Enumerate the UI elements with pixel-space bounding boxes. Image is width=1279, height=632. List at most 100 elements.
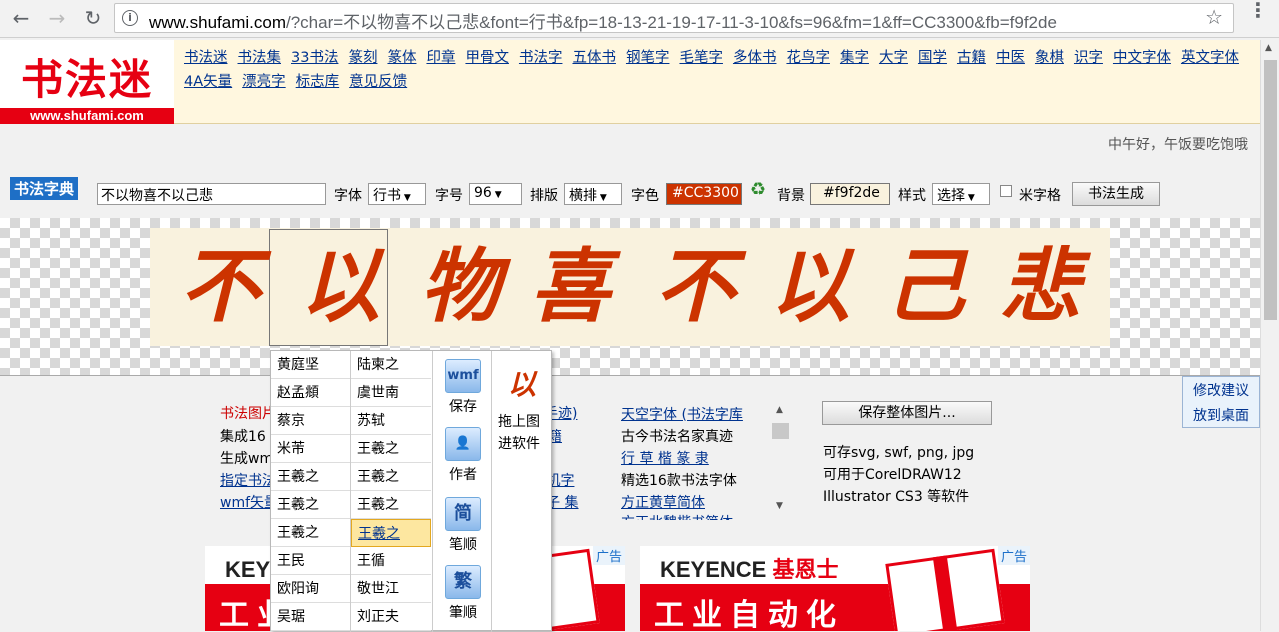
glyph-preview[interactable]: 以 拖上图 进软件 xyxy=(492,351,552,632)
nav-link[interactable]: 象棋 xyxy=(1035,46,1064,70)
calligrapher-option[interactable]: 黄庭坚 xyxy=(271,351,351,379)
layout-select[interactable]: 横排 xyxy=(564,183,622,205)
calligrapher-option[interactable]: 苏轼 xyxy=(351,407,431,435)
calligraphy-glyph[interactable]: 悲 xyxy=(990,236,1090,336)
forward-icon[interactable]: → xyxy=(44,5,70,31)
nav-link[interactable]: 漂亮字 xyxy=(242,70,286,94)
mizige-checkbox[interactable] xyxy=(1000,185,1012,197)
refresh-icon[interactable]: ♻ xyxy=(750,179,766,200)
bg-label: 背景 xyxy=(777,188,805,204)
suggest-link[interactable]: 修改建议 xyxy=(1183,380,1259,402)
font-list-item[interactable]: 行 草 楷 篆 隶 xyxy=(621,448,709,468)
browser-toolbar: ← → ↻ i www.shufami.com/?char=不以物喜不以己悲&f… xyxy=(0,0,1279,38)
address-bar[interactable]: i www.shufami.com/?char=不以物喜不以己悲&font=行书… xyxy=(114,3,1234,33)
nav-link[interactable]: 多体书 xyxy=(733,46,777,70)
intro-line[interactable]: 指定书法 xyxy=(220,470,276,490)
nav-link[interactable]: 花鸟字 xyxy=(786,46,830,70)
calligrapher-option[interactable]: 王羲之 xyxy=(351,519,431,547)
char-input[interactable]: 不以物喜不以己悲 xyxy=(97,183,326,205)
calligraphy-glyph[interactable]: 己 xyxy=(875,236,975,336)
stroke-order-traditional-icon: 繁 xyxy=(445,565,481,599)
author-icon: 👤 xyxy=(445,427,481,461)
font-list-item[interactable]: 方正黄草简体 xyxy=(621,492,705,512)
font-list-item[interactable]: 方正北魏楷书简体 xyxy=(621,512,733,520)
back-icon[interactable]: ← xyxy=(8,5,34,31)
calligraphy-glyph[interactable]: 不 xyxy=(645,236,745,336)
nav-link[interactable]: 识字 xyxy=(1074,46,1103,70)
dictionary-badge[interactable]: 书法字典 xyxy=(10,177,79,200)
nav-link[interactable]: 甲骨文 xyxy=(465,46,509,70)
size-select[interactable]: 96 xyxy=(469,183,522,205)
font-select[interactable]: 行书 xyxy=(368,183,426,205)
calligrapher-option[interactable]: 王羲之 xyxy=(351,435,431,463)
url-text[interactable]: www.shufami.com/?char=不以物喜不以己悲&font=行书&f… xyxy=(149,8,1057,33)
calligraphy-glyph[interactable]: 不 xyxy=(170,236,270,336)
font-list-scrollbar[interactable]: ▲ ▼ xyxy=(772,405,790,515)
bookmark-star-icon[interactable]: ☆ xyxy=(1205,5,1223,29)
nav-link[interactable]: 篆刻 xyxy=(348,46,377,70)
page-scrollbar[interactable]: ▲ xyxy=(1260,40,1279,631)
ad-brand: KEYENCE xyxy=(660,557,773,582)
calligrapher-option[interactable]: 米芾 xyxy=(271,435,351,463)
font-list-item[interactable]: 天空字体 (书法字库 xyxy=(621,404,743,424)
desktop-link[interactable]: 放到桌面 xyxy=(1183,405,1259,427)
calligrapher-option[interactable]: 陆柬之 xyxy=(351,351,431,379)
bg-color-input[interactable]: #f9f2de xyxy=(810,183,890,205)
nav-link[interactable]: 书法集 xyxy=(238,46,282,70)
calligraphy-glyph[interactable]: 物 xyxy=(410,236,510,336)
calligraphy-glyph[interactable]: 以 xyxy=(290,236,390,336)
calligrapher-option[interactable]: 欧阳询 xyxy=(271,575,351,603)
calligraphy-artwork: 不以物喜不以己悲 xyxy=(150,228,1110,346)
calligrapher-option[interactable]: 蔡京 xyxy=(271,407,351,435)
popup-tool-0[interactable]: wmf 保存 xyxy=(433,359,493,416)
calligrapher-option[interactable]: 王羲之 xyxy=(271,491,351,519)
site-logo[interactable]: 书法迷 www.shufami.com xyxy=(0,40,174,124)
nav-link[interactable]: 毛笔字 xyxy=(679,46,723,70)
nav-link[interactable]: 书法迷 xyxy=(184,46,228,70)
nav-link[interactable]: 4A矢量 xyxy=(184,70,232,94)
nav-link[interactable]: 中文字体 xyxy=(1113,46,1171,70)
nav-link[interactable]: 意见反馈 xyxy=(349,70,407,94)
save-image-button[interactable]: 保存整体图片... xyxy=(822,401,992,425)
popup-tool-1[interactable]: 👤 作者 xyxy=(433,427,493,484)
calligraphy-glyph[interactable]: 喜 xyxy=(520,236,620,336)
nav-link[interactable]: 集字 xyxy=(840,46,869,70)
popup-tool-2[interactable]: 简笔顺 xyxy=(433,497,493,554)
text-color-input[interactable]: #CC3300 xyxy=(666,183,742,205)
generate-button[interactable]: 书法生成 xyxy=(1072,182,1160,206)
calligrapher-option[interactable]: 王羲之 xyxy=(351,463,431,491)
nav-link[interactable]: 国学 xyxy=(918,46,947,70)
calligrapher-option[interactable]: 王循 xyxy=(351,547,431,575)
calligrapher-option[interactable]: 王民 xyxy=(271,547,351,575)
nav-link[interactable]: 古籍 xyxy=(957,46,986,70)
calligrapher-option[interactable]: 王羲之 xyxy=(271,519,351,547)
calligrapher-option[interactable]: 王羲之 xyxy=(271,463,351,491)
logo-domain: www.shufami.com xyxy=(0,108,174,124)
nav-link[interactable]: 印章 xyxy=(426,46,455,70)
calligraphy-glyph[interactable]: 以 xyxy=(760,236,860,336)
save-desc-line: Illustrator CS3 等软件 xyxy=(823,489,970,505)
calligrapher-option[interactable]: 王羲之 xyxy=(351,491,431,519)
browser-menu-icon[interactable]: ⋮ xyxy=(1248,0,1268,20)
calligrapher-option[interactable]: 刘正夫 xyxy=(351,603,431,631)
font-label: 字体 xyxy=(334,188,362,204)
style-select[interactable]: 选择 xyxy=(932,183,990,205)
calligrapher-option[interactable]: 虞世南 xyxy=(351,379,431,407)
nav-link[interactable]: 英文字体 xyxy=(1181,46,1239,70)
calligrapher-option[interactable]: 吴琚 xyxy=(271,603,351,631)
calligrapher-option[interactable]: 赵孟頫 xyxy=(271,379,351,407)
nav-link[interactable]: 书法字 xyxy=(519,46,563,70)
intro-line: 集成16 xyxy=(220,429,266,445)
nav-link[interactable]: 中医 xyxy=(996,46,1025,70)
nav-link[interactable]: 五体书 xyxy=(572,46,616,70)
popup-tool-3[interactable]: 繁筆順 xyxy=(433,565,493,622)
nav-link[interactable]: 钢笔字 xyxy=(626,46,670,70)
info-icon[interactable]: i xyxy=(122,10,138,26)
nav-link[interactable]: 篆体 xyxy=(387,46,416,70)
nav-link[interactable]: 大字 xyxy=(879,46,908,70)
calligrapher-option[interactable]: 敬世江 xyxy=(351,575,431,603)
reload-icon[interactable]: ↻ xyxy=(80,5,106,31)
nav-link[interactable]: 33书法 xyxy=(291,46,338,70)
ad-banner[interactable]: KEYENCE 基恩士工业自动化 广告 xyxy=(640,546,1030,631)
nav-link[interactable]: 标志库 xyxy=(296,70,340,94)
